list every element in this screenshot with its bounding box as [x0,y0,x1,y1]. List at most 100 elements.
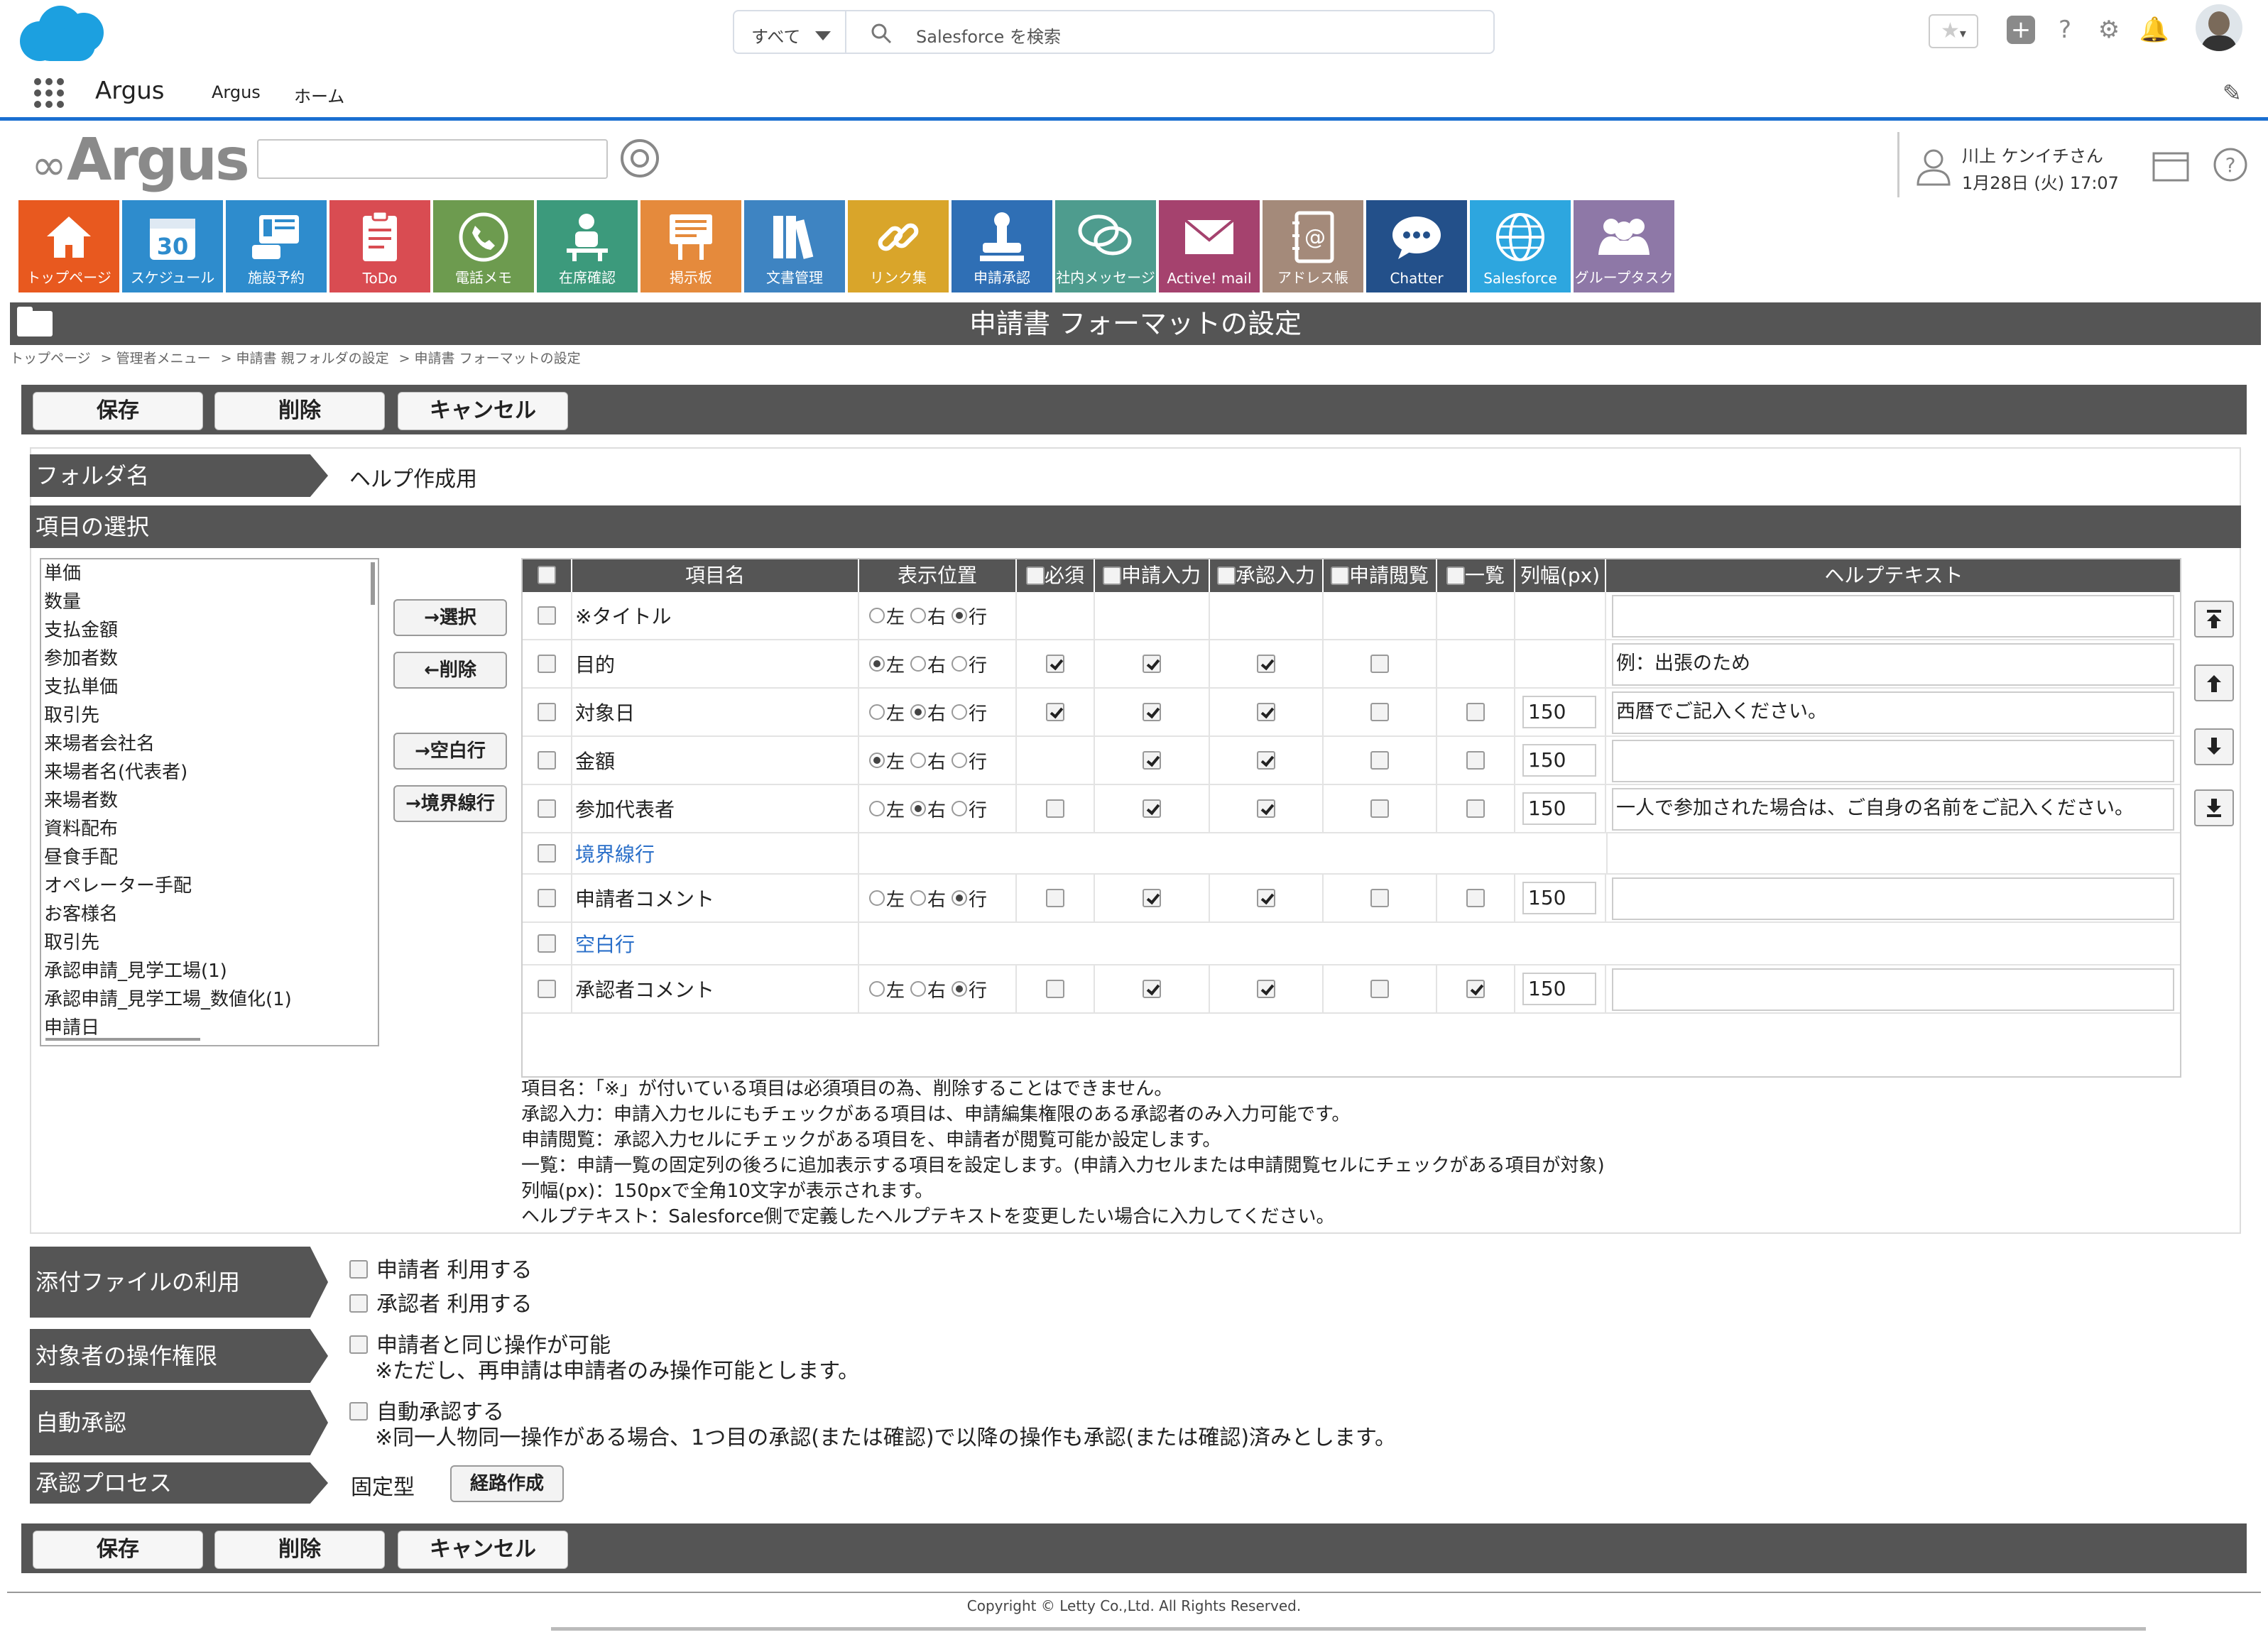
approval-checkbox[interactable] [1257,703,1275,721]
help-text-input[interactable] [1612,968,2174,1011]
edit-nav-pencil-icon[interactable]: ✎ [2223,80,2242,106]
argus-search-button-icon[interactable] [621,139,659,177]
input-checkbox[interactable] [1143,980,1161,998]
add-blank-row-button[interactable]: →空白行 [393,733,507,770]
help-text-input[interactable] [1612,595,2174,638]
column-width-input[interactable]: 150 [1522,882,1596,914]
required-checkbox[interactable] [1046,655,1064,673]
cancel-button[interactable]: キャンセル [398,1531,568,1569]
list-item[interactable]: 数量 [43,588,378,616]
row-select-checkbox[interactable] [538,889,556,907]
input-checkbox[interactable] [1143,751,1161,770]
input-all-checkbox[interactable] [1102,567,1121,585]
position-radio-right[interactable] [910,753,927,768]
tile-stamp[interactable]: 申請承認 [952,200,1052,292]
approval-checkbox[interactable] [1257,655,1275,673]
list-item[interactable]: 来場者数 [43,787,378,815]
position-radio-line[interactable] [952,801,968,816]
position-radio-left[interactable] [869,981,885,997]
avatar[interactable] [2196,4,2242,51]
row-select-checkbox[interactable] [538,799,556,818]
view-all-checkbox[interactable] [1330,567,1349,585]
approval-checkbox[interactable] [1257,980,1275,998]
list-checkbox[interactable] [1466,980,1485,998]
column-width-input[interactable]: 150 [1522,792,1596,825]
list-item[interactable]: オペレーター手配 [43,872,378,900]
approval-all-checkbox[interactable] [1216,567,1236,585]
position-radio-line[interactable] [952,704,968,720]
tile-presence[interactable]: 在席確認 [537,200,638,292]
list-checkbox[interactable] [1466,703,1485,721]
item-name[interactable]: 空白行 [575,929,635,958]
list-item[interactable]: 来場者会社名 [43,730,378,758]
help-icon[interactable]: ? [2049,16,2081,47]
input-checkbox[interactable] [1143,655,1161,673]
list-item[interactable]: 資料配布 [43,815,378,843]
delete-button[interactable]: 削除 [214,1531,385,1569]
position-radio-left[interactable] [869,704,885,720]
tile-todo[interactable]: ToDo [329,200,430,292]
tile-phone[interactable]: 電話メモ [433,200,534,292]
favorite-star-icon[interactable]: ★▾ [1929,14,1978,48]
help-text-input[interactable]: 西暦でご記入ください。 [1612,691,2174,734]
input-checkbox[interactable] [1143,703,1161,721]
list-item[interactable]: 参加者数 [43,645,378,673]
view-checkbox[interactable] [1370,889,1389,907]
required-checkbox[interactable] [1046,799,1064,818]
list-scrollbar[interactable] [371,562,375,605]
salesforce-logo-icon[interactable] [20,6,104,61]
position-radio-line[interactable] [952,753,968,768]
view-checkbox[interactable] [1370,799,1389,818]
row-select-checkbox[interactable] [538,844,556,863]
list-checkbox[interactable] [1466,889,1485,907]
window-icon[interactable] [2151,146,2191,186]
list-item[interactable]: お客様名 [43,900,378,929]
required-checkbox[interactable] [1046,889,1064,907]
row-select-checkbox[interactable] [538,980,556,998]
view-checkbox[interactable] [1370,751,1389,770]
list-item[interactable]: 取引先 [43,701,378,730]
nav-item-home[interactable]: ホーム [294,82,344,107]
list-item[interactable]: 昼食手配 [43,843,378,872]
list-item[interactable]: 取引先 [43,929,378,957]
position-radio-left[interactable] [869,801,885,816]
tile-facility[interactable]: 施設予約 [226,200,327,292]
global-search-input[interactable]: Salesforce を検索 [845,10,1495,54]
position-radio-right[interactable] [910,890,927,906]
attachments-approver-option[interactable]: 承認者 利用する [349,1286,533,1318]
position-radio-line[interactable] [952,890,968,906]
list-hscrollbar[interactable] [45,1038,200,1041]
row-select-checkbox[interactable] [538,655,556,673]
breadcrumb-item[interactable]: トップページ [10,351,91,366]
nav-item-argus[interactable]: Argus [212,82,261,102]
position-radio-left[interactable] [869,656,885,672]
tile-home[interactable]: トップページ [18,200,119,292]
auto-approval-checkbox[interactable] [349,1402,368,1421]
row-select-checkbox[interactable] [538,703,556,721]
column-width-input[interactable]: 150 [1522,696,1596,728]
item-name[interactable]: 境界線行 [575,839,655,868]
tile-link[interactable]: リンク集 [848,200,949,292]
required-checkbox[interactable] [1046,980,1064,998]
position-radio-line[interactable] [952,656,968,672]
position-radio-right[interactable] [910,656,927,672]
position-radio-line[interactable] [952,608,968,623]
select-item-button[interactable]: →選択 [393,599,507,636]
search-scope-select[interactable]: すべて [733,10,846,54]
argus-logo[interactable]: ∞ Argus [31,126,250,194]
setup-gear-icon[interactable]: ⚙ [2093,16,2125,47]
list-all-checkbox[interactable] [1446,567,1465,585]
position-radio-right[interactable] [910,704,927,720]
input-checkbox[interactable] [1143,889,1161,907]
view-checkbox[interactable] [1370,980,1389,998]
required-all-checkbox[interactable] [1025,567,1045,585]
row-select-checkbox[interactable] [538,606,556,625]
save-button[interactable]: 保存 [33,392,203,430]
permission-checkbox[interactable] [349,1335,368,1354]
tile-address-book[interactable]: @ アドレス帳 [1263,200,1363,292]
position-radio-right[interactable] [910,608,927,623]
tile-chatter[interactable]: Chatter [1366,200,1467,292]
breadcrumb-item[interactable]: > 管理者メニュー [101,351,211,366]
help-text-input[interactable]: 例：出張のため [1612,643,2174,686]
move-down-button[interactable] [2194,728,2234,765]
